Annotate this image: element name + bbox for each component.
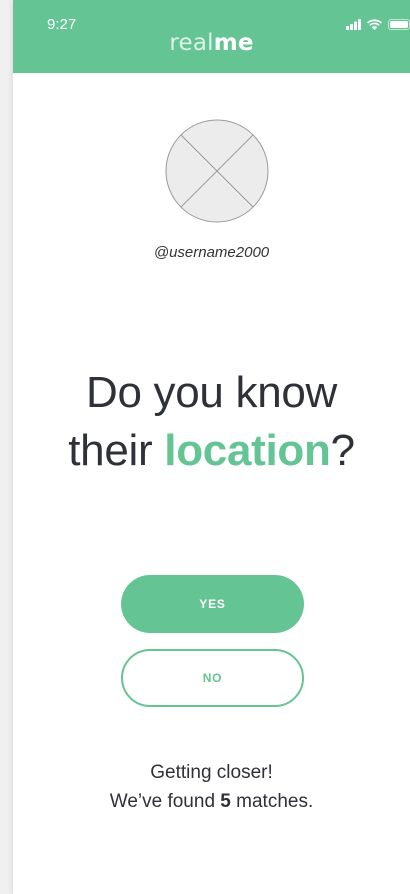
yes-button-label: YES (199, 597, 226, 611)
no-button[interactable]: NO (121, 649, 304, 707)
question-heading: Do you know their location? (13, 364, 410, 480)
username: @username2000 (153, 244, 270, 261)
question-highlight: location (164, 426, 331, 475)
battery-icon (388, 18, 410, 30)
yes-button[interactable]: YES (121, 575, 304, 633)
match-count: 5 (220, 791, 231, 812)
cellular-signal-icon (346, 18, 361, 30)
status-line-2: We’ve found 5 matches. (109, 791, 314, 812)
status-line-1: Getting closer! (150, 762, 273, 783)
avatar-placeholder-icon[interactable] (165, 119, 269, 223)
wifi-icon (367, 18, 382, 30)
question-line-2: their location? (68, 426, 355, 475)
phone-screen: 9:27 realme @username2000 Do you know th… (13, 0, 410, 894)
brand-logo: realme (169, 30, 254, 56)
question-line-1: Do you know (85, 368, 338, 417)
no-button-label: NO (202, 671, 223, 685)
app-header: 9:27 realme (13, 0, 410, 73)
match-status: Getting closer! We’ve found 5 matches. (13, 758, 410, 816)
